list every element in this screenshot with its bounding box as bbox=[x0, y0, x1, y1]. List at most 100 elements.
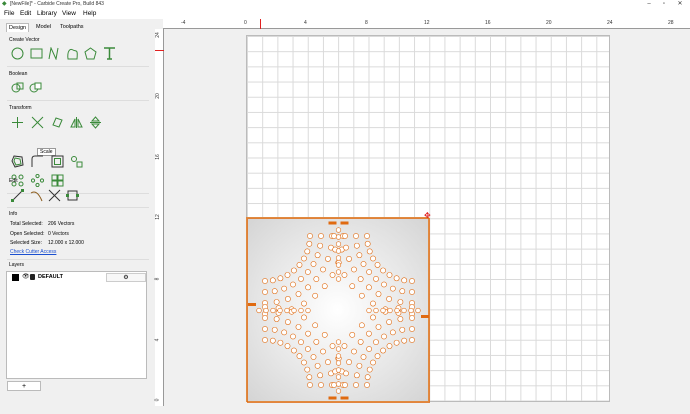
pattern-hole bbox=[262, 315, 268, 321]
pattern-hole bbox=[335, 374, 342, 380]
scale-icon[interactable] bbox=[31, 116, 44, 129]
menu-edit[interactable]: Edit bbox=[20, 10, 31, 17]
selection-handle-icon[interactable]: ✥ bbox=[424, 212, 432, 220]
pattern-hole bbox=[409, 315, 415, 321]
add-layer-button[interactable]: + bbox=[7, 381, 41, 391]
pattern-hole bbox=[331, 382, 337, 388]
tab-model[interactable]: Model bbox=[34, 23, 53, 32]
eye-icon[interactable]: 👁 bbox=[22, 273, 30, 280]
pattern-label bbox=[328, 396, 337, 400]
weld-icon[interactable] bbox=[11, 81, 24, 94]
minimize-button[interactable]: – bbox=[643, 0, 655, 9]
curve-edit-icon[interactable] bbox=[30, 189, 43, 202]
fillet-icon[interactable] bbox=[31, 155, 44, 168]
pattern-hole bbox=[409, 326, 415, 332]
layers-panel: 👁 DEFAULT ⚙ bbox=[6, 271, 147, 379]
pattern-hole bbox=[409, 289, 415, 295]
info-open-selected: Open Selected: 0 Vectors bbox=[10, 231, 69, 237]
align-icon[interactable] bbox=[70, 155, 83, 168]
check-cutter-access-link[interactable]: Check Cutter Access bbox=[10, 249, 56, 255]
menu-view[interactable]: View bbox=[62, 10, 76, 17]
ruler-cursor-marker bbox=[155, 50, 164, 51]
pattern-hole bbox=[306, 374, 313, 381]
polygon-tool-icon[interactable] bbox=[84, 47, 97, 60]
pattern-hole bbox=[386, 343, 393, 349]
curve-tool-icon[interactable] bbox=[66, 47, 79, 60]
layer-row[interactable]: 👁 DEFAULT ⚙ bbox=[9, 273, 146, 282]
pattern-hole bbox=[284, 272, 291, 278]
pattern-hole bbox=[375, 324, 382, 330]
pattern-hole bbox=[375, 291, 382, 297]
pattern-hole bbox=[301, 359, 307, 366]
y-tick: 0 bbox=[154, 398, 161, 402]
gear-icon[interactable]: ⚙ bbox=[106, 273, 146, 282]
pattern-hole bbox=[295, 324, 302, 330]
pattern-hole bbox=[366, 284, 372, 291]
pattern-hole bbox=[393, 275, 400, 282]
pattern-hole bbox=[342, 382, 348, 388]
pattern-hole bbox=[304, 366, 311, 373]
pattern-hole bbox=[263, 307, 269, 314]
rotate-icon[interactable] bbox=[51, 116, 64, 129]
grid-array-icon[interactable] bbox=[51, 174, 64, 187]
pattern-hole bbox=[364, 374, 371, 381]
pattern-hole bbox=[364, 240, 371, 247]
offset-icon[interactable] bbox=[11, 155, 24, 168]
pattern-hole bbox=[335, 227, 342, 233]
circular-array-icon[interactable] bbox=[30, 173, 45, 188]
tab-design[interactable]: Design bbox=[6, 23, 30, 32]
move-icon[interactable] bbox=[11, 116, 24, 129]
pattern-hole bbox=[335, 381, 342, 387]
menu-bar: File Edit Library View Help bbox=[0, 9, 690, 19]
stock-material[interactable] bbox=[246, 217, 430, 403]
pattern-hole bbox=[415, 307, 421, 314]
layer-name[interactable]: DEFAULT bbox=[38, 274, 63, 280]
window-title: [NewFile]* - Carbide Create Pro, Build 8… bbox=[10, 1, 104, 7]
vector-pattern[interactable] bbox=[247, 218, 430, 403]
pattern-hole bbox=[304, 248, 311, 255]
section-transform: Transform bbox=[9, 105, 32, 111]
pattern-hole bbox=[335, 269, 342, 275]
divider bbox=[7, 207, 149, 208]
maximize-button[interactable]: ▫ bbox=[658, 0, 670, 9]
pattern-hole bbox=[341, 343, 348, 349]
pattern-hole bbox=[393, 339, 400, 346]
pattern-hole bbox=[273, 316, 280, 322]
lock-icon[interactable] bbox=[30, 274, 35, 280]
pattern-hole bbox=[366, 366, 373, 373]
flip-icon[interactable] bbox=[89, 116, 102, 129]
pattern-hole bbox=[329, 343, 336, 349]
node-edit-icon[interactable] bbox=[11, 189, 24, 202]
pattern-hole bbox=[356, 362, 363, 369]
layer-color-swatch[interactable] bbox=[12, 274, 19, 281]
tab-toolpaths[interactable]: Toolpaths bbox=[58, 23, 86, 32]
section-create-vector: Create Vector bbox=[9, 37, 40, 43]
pattern-hole bbox=[313, 276, 320, 282]
join-icon[interactable] bbox=[66, 189, 79, 202]
close-button[interactable]: ✕ bbox=[674, 0, 686, 9]
pattern-hole bbox=[335, 360, 342, 366]
pattern-hole bbox=[370, 359, 376, 366]
menu-help[interactable]: Help bbox=[83, 10, 96, 17]
subtract-icon[interactable] bbox=[29, 81, 42, 94]
x-tick: 8 bbox=[365, 20, 368, 26]
info-total-selected: Total Selected: 206 Vectors bbox=[10, 221, 75, 227]
polyline-tool-icon[interactable] bbox=[47, 46, 60, 61]
circle-tool-icon[interactable] bbox=[11, 47, 24, 60]
menu-file[interactable]: File bbox=[4, 10, 14, 17]
pattern-hole bbox=[317, 242, 324, 249]
text-tool-icon[interactable] bbox=[103, 47, 116, 60]
pattern-hole bbox=[374, 262, 381, 268]
pattern-hole bbox=[349, 283, 356, 290]
menu-library[interactable]: Library bbox=[37, 10, 57, 17]
mirror-icon[interactable] bbox=[70, 116, 83, 129]
box-icon[interactable] bbox=[51, 155, 64, 168]
section-layers: Layers bbox=[9, 262, 25, 268]
trim-icon[interactable] bbox=[48, 189, 61, 202]
pattern-hole bbox=[296, 262, 303, 268]
pattern-hole bbox=[318, 233, 324, 239]
y-tick: 12 bbox=[154, 214, 161, 220]
rectangle-tool-icon[interactable] bbox=[30, 47, 43, 60]
pattern-hole bbox=[312, 322, 319, 329]
pattern-hole bbox=[380, 347, 386, 354]
